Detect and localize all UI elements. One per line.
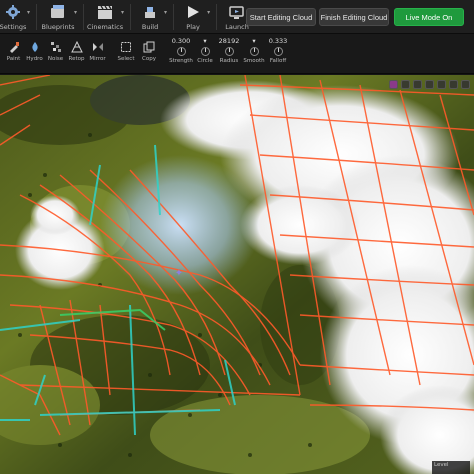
tool-mirror[interactable]: Mirror <box>88 34 107 74</box>
viewport-mode-icon[interactable] <box>389 79 398 89</box>
viewport-scene[interactable] <box>0 75 474 474</box>
clapperboard-icon <box>96 3 114 21</box>
tool-paint[interactable]: Paint <box>4 34 23 74</box>
strength-param[interactable]: 0.300 Strength <box>169 34 193 74</box>
separator <box>36 4 38 30</box>
build-label: Build <box>141 23 159 31</box>
rotation-snap-icon[interactable] <box>449 79 458 89</box>
falloff-param[interactable]: 0.333 Falloff <box>267 34 289 74</box>
separator <box>216 4 218 30</box>
chevron-down-icon[interactable]: ▾ <box>74 9 77 16</box>
mirror-icon <box>91 40 105 54</box>
viewport-toolbar <box>324 78 474 90</box>
strength-value[interactable]: 0.300 <box>172 37 191 45</box>
live-mode-toggle[interactable]: Live Mode On <box>394 8 464 26</box>
separator <box>83 4 85 30</box>
tool-hydro-label: Hydro <box>26 56 43 62</box>
noise-icon <box>49 40 63 54</box>
copy-icon <box>142 40 156 54</box>
lit-mode-icon[interactable] <box>413 79 422 89</box>
tool-select-label: Select <box>117 56 135 62</box>
falloff-value[interactable]: 0.333 <box>269 37 288 45</box>
camera-icon[interactable] <box>401 79 410 89</box>
smooth-param[interactable]: ▾ Smooth <box>243 34 265 74</box>
radius-dial-icon[interactable] <box>224 47 234 56</box>
show-flags-icon[interactable] <box>425 79 434 89</box>
smooth-dial-icon[interactable] <box>249 47 259 56</box>
hydro-icon <box>28 40 42 54</box>
chevron-down-icon[interactable]: ▾ <box>121 9 124 16</box>
finish-editing-cloud-button[interactable]: Finish Editing Cloud <box>319 8 389 26</box>
grid-snap-icon[interactable] <box>437 79 446 89</box>
tool-retop[interactable]: Retop <box>67 34 86 74</box>
blueprints-button[interactable]: Blueprints <box>41 0 75 34</box>
radius-value[interactable]: 28192 <box>219 37 240 45</box>
brush-cursor-icon: ✦ <box>174 268 184 279</box>
separator <box>173 4 175 30</box>
smooth-dropdown[interactable]: ▾ <box>252 37 255 45</box>
smooth-label: Smooth <box>243 58 265 64</box>
chevron-down-icon[interactable]: ▾ <box>164 9 167 16</box>
tool-paint-label: Paint <box>6 56 21 62</box>
tool-copy-label: Copy <box>142 56 156 62</box>
select-icon <box>119 40 133 54</box>
cinematics-button[interactable]: Cinematics <box>86 0 124 34</box>
falloff-label: Falloff <box>269 58 287 64</box>
tool-retop-label: Retop <box>68 56 85 62</box>
settings-button[interactable]: Settings <box>0 0 26 34</box>
tool-select[interactable]: Select <box>115 34 137 74</box>
level-indicator: Level <box>432 461 470 474</box>
blueprints-label: Blueprints <box>41 23 75 31</box>
tool-mirror-label: Mirror <box>89 56 106 62</box>
settings-label: Settings <box>0 23 27 31</box>
radius-label: Radius <box>219 58 239 64</box>
level-viewport[interactable]: ✦ Level <box>0 75 474 474</box>
build-icon <box>141 3 159 21</box>
settings-icon <box>4 3 22 21</box>
play-button[interactable]: Play <box>180 0 206 34</box>
scale-snap-icon[interactable] <box>461 79 470 89</box>
circle-dial-icon[interactable] <box>200 47 210 56</box>
chevron-down-icon[interactable]: ▾ <box>27 9 30 16</box>
blueprints-icon <box>49 3 67 21</box>
strength-label: Strength <box>169 58 193 64</box>
tool-noise-label: Noise <box>47 56 64 62</box>
play-icon <box>184 3 202 21</box>
sculpt-tool-bar: Paint Hydro Noise Retop Mirror Select Co… <box>0 34 474 74</box>
circle-param[interactable]: ▾ Circle <box>196 34 214 74</box>
tool-copy[interactable]: Copy <box>139 34 159 74</box>
cinematics-label: Cinematics <box>86 23 124 31</box>
retopology-icon <box>70 40 84 54</box>
tool-hydro[interactable]: Hydro <box>25 34 44 74</box>
play-label: Play <box>186 23 200 31</box>
main-toolbar: Settings ▾ Blueprints ▾ Cinematics ▾ Bui… <box>0 0 474 34</box>
paint-icon <box>7 40 21 54</box>
radius-param[interactable]: 28192 Radius <box>217 34 241 74</box>
separator <box>130 4 132 30</box>
circle-dropdown[interactable]: ▾ <box>203 37 206 45</box>
launch-icon <box>228 3 246 21</box>
tool-noise[interactable]: Noise <box>46 34 65 74</box>
start-editing-cloud-button[interactable]: Start Editing Cloud <box>246 8 316 26</box>
chevron-down-icon[interactable]: ▾ <box>207 9 210 16</box>
circle-label: Circle <box>197 58 213 64</box>
falloff-dial-icon[interactable] <box>273 47 283 56</box>
strength-dial-icon[interactable] <box>176 47 186 56</box>
build-button[interactable]: Build <box>137 0 163 34</box>
